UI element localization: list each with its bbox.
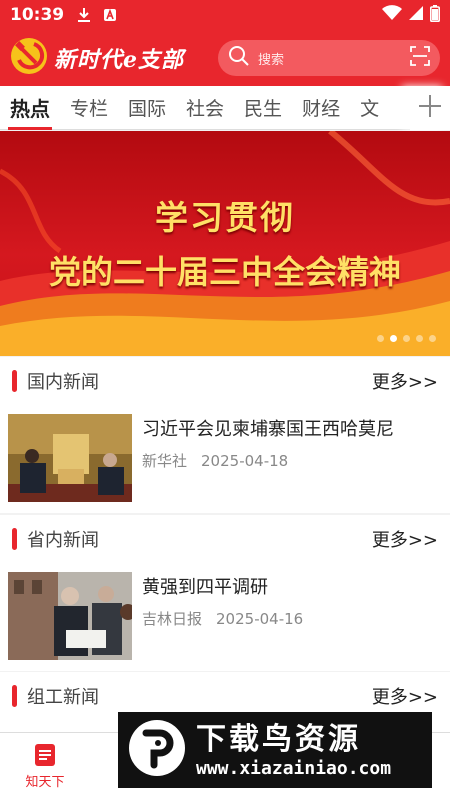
watermark-url: www.xiazainiao.com [196, 757, 392, 779]
watermark-text: 下载鸟资源 www.xiazainiao.com [196, 722, 391, 779]
carousel-indicator [377, 335, 436, 342]
more-link[interactable]: 更多>> [372, 368, 438, 394]
carousel-dot [429, 335, 436, 342]
search-icon [228, 45, 250, 71]
search-placeholder: 搜索 [258, 52, 285, 68]
plus-icon [418, 94, 442, 122]
news-source: 新华社 [142, 452, 188, 470]
battery-icon [430, 4, 440, 26]
app-header: 新时代e支部 搜索 [0, 30, 450, 86]
news-source: 吉林日报 [142, 610, 203, 628]
tab-finance[interactable]: 财经 [292, 86, 350, 130]
news-date: 2025-04-16 [216, 610, 304, 628]
tab-livelihood[interactable]: 民生 [234, 86, 292, 130]
banner-line1: 学习贯彻 [155, 198, 295, 237]
nav-know-world[interactable]: 知天下 [0, 733, 90, 800]
carousel-dot [403, 335, 410, 342]
section-header: 省内新闻 更多>> [0, 515, 450, 563]
section-title: 组工新闻 [27, 687, 99, 708]
app-logo: 新时代e支部 [10, 37, 184, 79]
section-header: 国内新闻 更多>> [0, 357, 450, 405]
news-meta: 新华社 2025-04-18 [142, 450, 394, 471]
news-item[interactable]: 黄强到四平调研 吉林日报 2025-04-16 [0, 563, 450, 671]
section-title: 省内新闻 [27, 530, 99, 551]
section-marker [12, 370, 17, 392]
carousel-dot-active [390, 335, 397, 342]
app-title: 新时代e支部 [54, 47, 184, 73]
carousel-dot [416, 335, 423, 342]
scan-icon[interactable] [410, 46, 430, 70]
category-tabs: 热点 专栏 国际 社会 民生 财经 文 [0, 86, 450, 130]
more-link[interactable]: 更多>> [372, 683, 438, 709]
news-info: 习近平会见柬埔寨国王西哈莫尼 新华社 2025-04-18 [142, 414, 394, 471]
tab-hot[interactable]: 热点 [0, 86, 60, 130]
search-bar[interactable]: 搜索 [218, 40, 440, 76]
section-domestic-news: 国内新闻 更多>> 习近平会见柬埔寨国王西哈莫尼 新华社 2025-04-18 [0, 357, 450, 513]
watermark-overlay: 下载鸟资源 www.xiazainiao.com [118, 712, 432, 788]
signal-icon [408, 5, 424, 25]
tab-column[interactable]: 专栏 [60, 86, 118, 130]
download-icon [76, 7, 92, 23]
watermark-title: 下载鸟资源 [196, 721, 361, 757]
wifi-icon [382, 5, 402, 25]
tab-international[interactable]: 国际 [118, 86, 176, 130]
app-notification-icon [102, 7, 118, 23]
section-marker [12, 685, 17, 707]
nav-label: 知天下 [25, 775, 65, 790]
news-headline: 黄强到四平调研 [142, 577, 268, 598]
tab-society[interactable]: 社会 [176, 86, 234, 130]
news-info: 黄强到四平调研 吉林日报 2025-04-16 [142, 572, 303, 629]
news-thumbnail [8, 572, 132, 660]
news-doc-icon [34, 743, 56, 767]
status-bar: 10:39 [0, 0, 450, 30]
news-item[interactable]: 习近平会见柬埔寨国王西哈莫尼 新华社 2025-04-18 [0, 405, 450, 513]
news-date: 2025-04-18 [201, 452, 289, 470]
news-headline: 习近平会见柬埔寨国王西哈莫尼 [142, 419, 394, 440]
section-title: 国内新闻 [27, 372, 99, 393]
status-time: 10:39 [10, 5, 65, 25]
tab-culture[interactable]: 文 [350, 86, 389, 130]
news-meta: 吉林日报 2025-04-16 [142, 608, 303, 629]
add-tab-button[interactable] [410, 86, 450, 130]
bird-logo-icon [128, 719, 186, 781]
banner-carousel[interactable]: 学习贯彻 党的二十届三中全会精神 [0, 131, 450, 356]
section-marker [12, 528, 17, 550]
party-emblem-icon [10, 37, 48, 79]
banner-line2: 党的二十届三中全会精神 [48, 253, 401, 291]
banner-waves [0, 131, 450, 356]
section-provincial-news: 省内新闻 更多>> 黄强到四平调研 吉林日报 2025-04-16 [0, 515, 450, 671]
carousel-dot [377, 335, 384, 342]
more-link[interactable]: 更多>> [372, 526, 438, 552]
news-thumbnail [8, 414, 132, 502]
